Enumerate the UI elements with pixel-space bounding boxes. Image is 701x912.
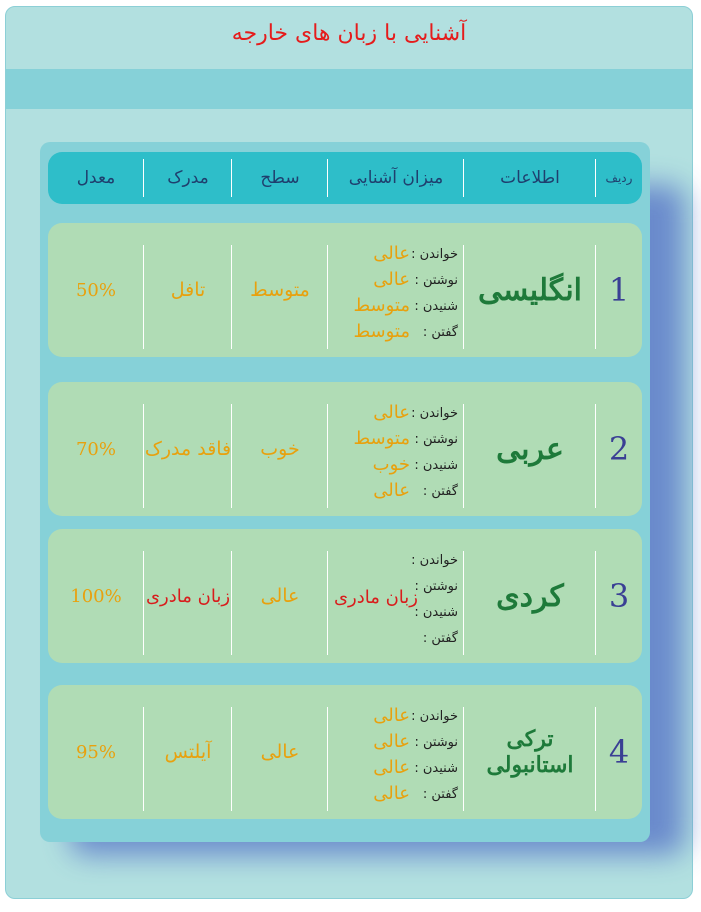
- skill-value-listening: عالی: [373, 757, 410, 778]
- familiarity-cell: خواندن : عالی نوشتن : عالی شنیدن : متوسط گف…: [328, 223, 464, 357]
- familiarity-cell: خواندن : عالی نوشتن : متوسط شنیدن : خوب گفت…: [328, 382, 464, 516]
- skill-label-speaking: گفتن :: [422, 631, 458, 646]
- row-number: 1: [608, 271, 630, 309]
- skill-label-writing: نوشتن :: [414, 432, 458, 447]
- table-row-english: 1 انگلیسی خواندن : عالی نوشتن : عالی شنیدن…: [48, 223, 642, 357]
- skill-label-reading: خواندن :: [411, 406, 458, 421]
- certificate-value: فاقد مدرک: [144, 438, 232, 460]
- skill-label-listening: شنیدن :: [414, 299, 458, 314]
- header-familiarity: میزان آشنایی: [348, 168, 444, 188]
- skill-label-writing: نوشتن :: [414, 273, 458, 288]
- skill-label-speaking: گفتن :: [422, 484, 458, 499]
- certificate-value: زبان مادری: [145, 585, 231, 607]
- average-value: 95%: [75, 741, 116, 763]
- header-average: معدل: [76, 168, 116, 188]
- row-number: 2: [608, 430, 630, 468]
- skill-label-listening: شنیدن :: [414, 605, 458, 620]
- skill-value-reading: عالی: [373, 705, 410, 726]
- table-header: ردیف اطلاعات میزان آشنایی سطح مدرک معدل: [48, 152, 642, 204]
- average-value: 50%: [75, 279, 116, 301]
- language-name: ترکی استانبولی: [486, 726, 574, 778]
- skill-value-writing: عالی: [373, 731, 410, 752]
- skill-value-writing: عالی: [373, 269, 410, 290]
- level-value: عالی: [260, 585, 300, 607]
- level-value: عالی: [260, 741, 300, 763]
- skill-value-speaking: عالی: [373, 480, 410, 501]
- skill-label-listening: شنیدن :: [414, 761, 458, 776]
- page-title: آشنایی با زبان های خارجه: [231, 21, 467, 46]
- familiarity-cell: خواندن : عالی نوشتن : عالی شنیدن : عالی گفت…: [328, 685, 464, 819]
- skill-value-reading: عالی: [373, 402, 410, 423]
- skill-value-listening: متوسط: [353, 295, 410, 316]
- skill-label-reading: خواندن :: [411, 709, 458, 724]
- level-value: متوسط: [250, 279, 310, 301]
- familiarity-cell: خواندن : نوشتن : شنیدن : گفتن : زبان ماد…: [328, 529, 464, 663]
- skill-label-listening: شنیدن :: [414, 458, 458, 473]
- language-name: کردی: [496, 578, 564, 614]
- skill-label-reading: خواندن :: [411, 553, 458, 568]
- row-number: 3: [608, 577, 630, 615]
- header-band: [6, 69, 692, 109]
- header-row-number: ردیف: [605, 171, 633, 185]
- skill-value-reading: عالی: [373, 243, 410, 264]
- skill-value-writing: متوسط: [353, 428, 410, 449]
- table-row-arabic: 2 عربی خواندن : عالی نوشتن : متوسط شنیدن :…: [48, 382, 642, 516]
- skill-label-speaking: گفتن :: [422, 787, 458, 802]
- skills-combined-value: زبان مادری: [333, 587, 418, 608]
- skill-label-writing: نوشتن :: [414, 735, 458, 750]
- language-table: ردیف اطلاعات میزان آشنایی سطح مدرک معدل …: [40, 142, 650, 842]
- skill-label-writing: نوشتن :: [414, 579, 458, 594]
- certificate-value: آیلتس: [164, 741, 212, 763]
- level-value: خوب: [260, 438, 300, 460]
- skill-value-speaking: عالی: [373, 783, 410, 804]
- header-info: اطلاعات: [500, 168, 560, 188]
- skill-label-speaking: گفتن :: [422, 325, 458, 340]
- language-name: انگلیسی: [478, 272, 583, 308]
- skill-value-listening: خوب: [372, 454, 410, 475]
- average-value: 100%: [70, 585, 122, 607]
- table-row-kurdish: 3 کردی خواندن : نوشتن : شنیدن : گفتن : ز…: [48, 529, 642, 663]
- skill-label-reading: خواندن :: [411, 247, 458, 262]
- header-level: سطح: [260, 168, 300, 188]
- average-value: 70%: [75, 438, 116, 460]
- row-number: 4: [608, 733, 630, 771]
- table-row-turkish: 4 ترکی استانبولی خواندن : عالی نوشتن : عال…: [48, 685, 642, 819]
- certificate-value: تافل: [170, 279, 206, 301]
- header-certificate: مدرک: [167, 168, 209, 188]
- skill-value-speaking: متوسط: [353, 321, 410, 342]
- language-name: عربی: [496, 431, 564, 467]
